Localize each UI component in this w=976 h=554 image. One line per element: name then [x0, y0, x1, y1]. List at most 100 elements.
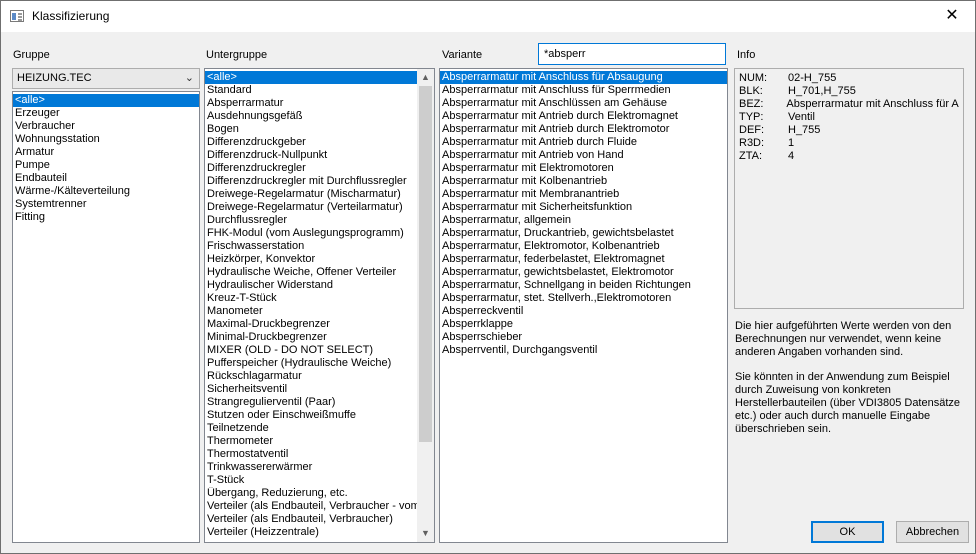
info-key: ZTA: — [739, 150, 763, 162]
list-item[interactable]: Stutzen oder Einschweißmuffe — [205, 409, 417, 422]
list-item[interactable]: Wärme-/Kälteverteilung — [13, 185, 199, 198]
list-item[interactable]: Absperrarmatur mit Antrieb durch Elektro… — [440, 123, 727, 136]
list-item[interactable]: FHK-Modul (vom Auslegungsprogramm) — [205, 227, 417, 240]
list-item[interactable]: Absperrarmatur mit Kolbenantrieb — [440, 175, 727, 188]
list-item[interactable]: Ausdehnungsgefäß — [205, 110, 417, 123]
list-item[interactable]: Armatur — [13, 146, 199, 159]
list-item[interactable]: Endbauteil — [13, 172, 199, 185]
list-item[interactable]: Absperrschieber — [440, 331, 727, 344]
list-item[interactable]: Absperrventil, Durchgangsventil — [440, 344, 727, 357]
list-item[interactable]: Differenzdruckgeber — [205, 136, 417, 149]
list-item[interactable]: Durchflussregler — [205, 214, 417, 227]
list-item[interactable]: Verteiler (als Endbauteil, Verbraucher -… — [205, 500, 417, 513]
list-item[interactable]: Erzeuger — [13, 107, 199, 120]
close-button[interactable]: ✕ — [937, 3, 967, 29]
list-item[interactable]: Heizkörper, Konvektor — [205, 253, 417, 266]
variante-list[interactable]: Absperrarmatur mit Anschluss für Absaugu… — [439, 68, 728, 543]
list-item[interactable]: T-Stück — [205, 474, 417, 487]
classification-dialog: Klassifizierung ✕ Gruppe Untergruppe Var… — [0, 0, 976, 554]
list-item[interactable]: Wohnungsstation — [13, 133, 199, 146]
list-item[interactable]: Hydraulische Weiche, Offener Verteiler — [205, 266, 417, 279]
list-item[interactable]: Thermostatventil — [205, 448, 417, 461]
untergruppe-list[interactable]: <alle> Standard Absperrarmatur Ausdehnungs… — [204, 68, 435, 543]
list-item[interactable]: Absperrarmatur, allgemein — [440, 214, 727, 227]
ok-button[interactable]: OK — [811, 521, 884, 543]
list-item[interactable]: Minimal-Druckbegrenzer — [205, 331, 417, 344]
variante-search-input[interactable] — [538, 43, 726, 65]
list-item[interactable]: MIXER (OLD - DO NOT SELECT) — [205, 344, 417, 357]
info-note-2: Sie könnten in der Anwendung zum Beispie… — [735, 371, 961, 435]
chevron-down-icon: ⌄ — [184, 72, 194, 84]
list-item[interactable]: <alle> — [205, 71, 417, 84]
list-item[interactable]: Absperrklappe — [440, 318, 727, 331]
list-item[interactable]: Standard — [205, 84, 417, 97]
list-item[interactable]: Fitting — [13, 211, 199, 224]
info-row: TYP: Ventil — [739, 111, 959, 124]
list-item[interactable]: Verbraucher — [13, 120, 199, 133]
info-value: 1 — [788, 137, 795, 149]
list-item[interactable]: Übergang, Reduzierung, etc. — [205, 487, 417, 500]
list-item[interactable]: Absperrarmatur mit Sicherheitsfunktion — [440, 201, 727, 214]
list-item[interactable]: <alle> — [13, 94, 199, 107]
list-item[interactable]: Rückschlagarmatur — [205, 370, 417, 383]
list-item[interactable]: Verteiler (als Endbauteil, Verbraucher) — [205, 513, 417, 526]
list-item[interactable]: Dreiwege-Regelarmatur (Mischarmatur) — [205, 188, 417, 201]
list-item[interactable]: Bogen — [205, 123, 417, 136]
list-item[interactable]: Teilnetzende — [205, 422, 417, 435]
list-item[interactable]: Pufferspeicher (Hydraulische Weiche) — [205, 357, 417, 370]
info-row: R3D: 1 — [739, 137, 959, 150]
list-item[interactable]: Pumpe — [13, 159, 199, 172]
list-item[interactable]: Manometer — [205, 305, 417, 318]
list-item[interactable]: Trinkwassererwärmer — [205, 461, 417, 474]
list-item[interactable]: Dreiwege-Regelarmatur (Verteilarmatur) — [205, 201, 417, 214]
list-item[interactable]: Absperrarmatur mit Anschluss für Absaugu… — [440, 71, 727, 84]
info-row: DEF: H_755 — [739, 124, 959, 137]
list-item[interactable]: Strangregulierventil (Paar) — [205, 396, 417, 409]
untergruppe-scrollbar[interactable]: ▲ ▼ — [417, 69, 434, 542]
list-item[interactable]: Frischwasserstation — [205, 240, 417, 253]
scroll-up-arrow-icon[interactable]: ▲ — [417, 69, 434, 86]
list-item[interactable]: Absperrarmatur mit Anschluss für Sperrme… — [440, 84, 727, 97]
list-item[interactable]: Absperrarmatur, gewichtsbelastet, Elektr… — [440, 266, 727, 279]
cancel-button[interactable]: Abbrechen — [896, 521, 969, 543]
info-value: Ventil — [788, 111, 815, 123]
list-item[interactable]: Absperrarmatur, federbelastet, Elektroma… — [440, 253, 727, 266]
variante-label: Variante — [442, 49, 483, 61]
list-item[interactable]: Absperrarmatur, Elektromotor, Kolbenantr… — [440, 240, 727, 253]
window-title: Klassifizierung — [32, 9, 110, 23]
gruppe-list[interactable]: <alle> Erzeuger Verbraucher Wohnungsstation… — [12, 91, 200, 543]
list-item[interactable]: Sicherheitsventil — [205, 383, 417, 396]
info-value: H_755 — [788, 124, 821, 136]
info-row: BEZ: Absperrarmatur mit Anschluss für Ab — [739, 98, 959, 111]
list-item[interactable]: Absperrarmatur — [205, 97, 417, 110]
list-item[interactable]: Differenzdruckregler — [205, 162, 417, 175]
list-item[interactable]: Hydraulischer Widerstand — [205, 279, 417, 292]
list-item[interactable]: Maximal-Druckbegrenzer — [205, 318, 417, 331]
info-row: ZTA: 4 — [739, 150, 959, 163]
gruppe-dropdown[interactable]: HEIZUNG.TEC ⌄ — [12, 68, 200, 89]
list-item[interactable]: Differenzdruckregler mit Durchflussregle… — [205, 175, 417, 188]
list-item[interactable]: Absperrarmatur mit Membranantrieb — [440, 188, 727, 201]
list-item[interactable]: Kreuz-T-Stück — [205, 292, 417, 305]
list-item[interactable]: Absperrarmatur mit Antrieb von Hand — [440, 149, 727, 162]
list-item[interactable]: Absperrarmatur mit Antrieb durch Fluide — [440, 136, 727, 149]
list-item[interactable]: Absperrarmatur mit Anschlüssen am Gehäus… — [440, 97, 727, 110]
list-item[interactable]: Absperrarmatur, stet. Stellverh.,Elektro… — [440, 292, 727, 305]
info-key: BEZ: — [739, 98, 764, 110]
info-label: Info — [737, 49, 756, 61]
app-window-icon — [10, 10, 24, 22]
untergruppe-label: Untergruppe — [206, 49, 268, 61]
list-item[interactable]: Absperrarmatur, Druckantrieb, gewichtsbe… — [440, 227, 727, 240]
list-item[interactable]: Differenzdruck-Nullpunkt — [205, 149, 417, 162]
list-item[interactable]: Verteiler (Heizzentrale) — [205, 526, 417, 539]
list-item[interactable]: Systemtrenner — [13, 198, 199, 211]
scroll-thumb[interactable] — [419, 86, 432, 442]
list-item[interactable]: Absperrarmatur mit Antrieb durch Elektro… — [440, 110, 727, 123]
info-key: NUM: — [739, 72, 768, 84]
list-item[interactable]: Absperrarmatur mit Elektromotoren — [440, 162, 727, 175]
list-item[interactable]: Absperrarmatur, Schnellgang in beiden Ri… — [440, 279, 727, 292]
list-item[interactable]: Absperreckventil — [440, 305, 727, 318]
scroll-down-arrow-icon[interactable]: ▼ — [417, 525, 434, 542]
list-item[interactable]: Thermometer — [205, 435, 417, 448]
info-row: NUM: 02-H_755 — [739, 72, 959, 85]
